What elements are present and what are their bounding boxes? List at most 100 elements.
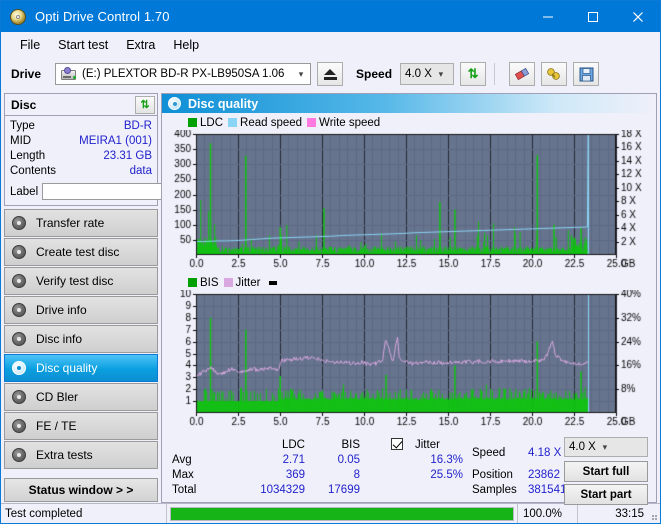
menu-bar: File Start test Extra Help [1,32,660,57]
legend-entry-jitter: Jitter [223,277,260,289]
test-speed-value: 4.0 X [569,441,596,453]
stats-col-header-ldc: LDC [281,439,305,451]
refresh-icon: ⇅ [467,66,479,81]
save-button[interactable] [573,62,600,86]
drive-icon [60,67,78,81]
page-title: Disc quality [188,96,259,111]
stats-ldc-total: 1034329 [260,484,305,496]
refresh-button[interactable]: ⇅ [460,62,487,86]
drive-select-value: (E:) PLEXTOR BD-R PX-LB950SA 1.06 [82,68,285,80]
menu-start-test[interactable]: Start test [49,36,117,54]
disc-quality-panel: Disc quality LDC Read speed Write speed … [161,93,657,505]
jitter-checkbox[interactable] [391,438,403,450]
sidebar-item-create-test-disc[interactable]: Create test disc [4,238,158,266]
eject-icon [323,68,337,80]
disc-panel-header: Disc ⇅ [5,94,157,116]
legend-swatch [188,278,197,287]
stats-bis-max: 8 [353,469,360,481]
erase-button[interactable] [509,62,536,86]
chevron-down-icon: ▾ [438,68,444,79]
tools-button[interactable] [541,62,568,86]
sidebar-item-disc-quality[interactable]: Disc quality [4,354,158,382]
window-title: Opti Drive Control 1.70 [35,9,170,24]
eraser-icon [514,67,530,81]
speed-select[interactable]: 4.0 X ▾ [400,63,455,85]
checkbox-icon [391,438,403,450]
drive-select[interactable]: (E:) PLEXTOR BD-R PX-LB950SA 1.06 ▾ [55,63,312,85]
legend-swatch [188,118,197,127]
sidebar: Disc ⇅ Type BD-R MID MEIRA1 (001) Length… [1,91,244,503]
menu-help[interactable]: Help [164,36,208,54]
status-window-button[interactable]: Status window > > [4,478,158,502]
status-bar: Test completed 100.0% 33:15 [1,503,660,523]
resize-grip[interactable] [650,504,660,523]
disc-field-length-value: 23.31 GB [103,150,152,162]
sidebar-item-label: Verify test disc [36,274,114,288]
sidebar-item-disc-info[interactable]: Disc info [4,325,158,353]
stats-jitter-avg: 16.3% [430,454,463,466]
progress-track [170,506,514,521]
legend-label: LDC [200,116,224,129]
toolbar: Drive (E:) PLEXTOR BD-R PX-LB950SA 1.06 … [1,57,660,91]
menu-extra[interactable]: Extra [117,36,164,54]
stats-jitter-max: 25.5% [430,469,463,481]
disc-label-caption: Label [10,185,39,198]
disc-refresh-button[interactable]: ⇅ [135,95,155,114]
save-icon [579,67,594,81]
legend-swatch [307,118,317,127]
sidebar-item-label: Drive info [36,303,87,317]
window-controls [525,1,660,32]
minimize-icon[interactable] [525,1,570,32]
legend-label: BIS [200,276,219,289]
stats-ldc-max: 369 [285,469,305,481]
menu-file[interactable]: File [11,36,49,54]
panel-header: Disc quality [162,94,656,113]
ldc-plot-wrapper [162,130,656,273]
legend-entry-ldc: LDC [188,117,223,129]
legend-label: Write speed [319,116,381,129]
stats-bis-avg: 0.05 [337,454,360,466]
charts-container: LDC Read speed Write speed BIS Jitter Av… [162,113,656,505]
eject-button[interactable] [317,62,344,86]
disc-field-contents-value: data [129,165,152,177]
speed-select-value: 4.0 X [405,68,432,80]
disc-field-contents-label: Contents [10,165,57,177]
disc-icon [12,389,27,405]
maximize-icon[interactable] [570,1,615,32]
test-speed-select[interactable]: 4.0 X ▾ [564,437,648,457]
disc-label-row: Label [10,182,244,201]
bis-plot-wrapper [162,290,656,431]
start-full-button[interactable]: Start full [564,461,648,482]
disc-field-mid-value: MEIRA1 (001) [79,135,152,147]
position-stat-label: Position [472,469,513,481]
sidebar-item-cd-bler[interactable]: CD Bler [4,383,158,411]
plug-icon [547,67,560,80]
toolbar-divider [494,63,496,85]
disc-icon [12,360,27,376]
speed-stat-label: Speed [472,447,506,459]
legend-swatch [223,278,233,287]
app-disc-icon [10,8,26,25]
start-part-button[interactable]: Start part [564,484,648,505]
disc-field-type-label: Type [10,120,35,132]
disc-field-type: Type BD-R [10,119,152,134]
jitter-checkbox-label: Jitter [415,439,440,451]
sidebar-item-verify-test-disc[interactable]: Verify test disc [4,267,158,295]
sidebar-item-fe-te[interactable]: FE / TE [4,412,158,440]
legend-entry-bis: BIS [188,277,219,289]
disc-fields: Type BD-R MID MEIRA1 (001) Length 23.31 … [5,116,244,205]
disc-icon [12,302,27,318]
disc-panel-title: Disc [11,97,37,112]
ldc-chart-legend: LDC Read speed Write speed [162,115,656,130]
stats-row-label-total: Total [172,484,197,496]
legend-entry-write-speed: Write speed [307,117,380,129]
sidebar-item-transfer-rate[interactable]: Transfer rate [4,209,158,237]
progress-percent: 100.0% [518,504,578,523]
disc-field-contents: Contents data [10,164,152,179]
sidebar-item-extra-tests[interactable]: Extra tests [4,441,158,469]
sidebar-item-drive-info[interactable]: Drive info [4,296,158,324]
chevron-down-icon: ▾ [298,68,304,79]
close-icon[interactable] [615,1,660,32]
disc-icon [12,447,27,463]
